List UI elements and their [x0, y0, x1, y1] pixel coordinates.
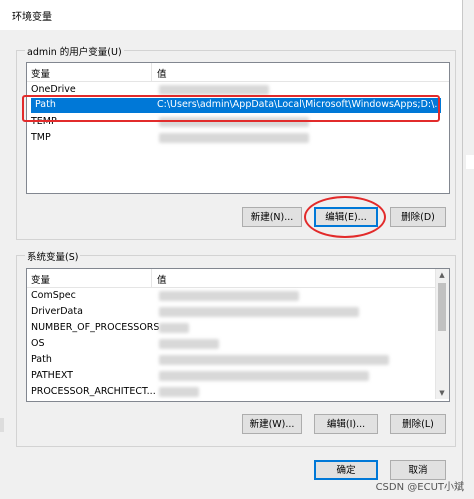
- system-var-row[interactable]: PATHEXT: [27, 369, 437, 384]
- system-var-row[interactable]: DriverData: [27, 305, 437, 320]
- var-name: OS: [31, 338, 45, 349]
- system-var-row[interactable]: ComSpec: [27, 289, 437, 304]
- user-new-button[interactable]: 新建(N)...: [242, 207, 302, 227]
- cancel-button[interactable]: 取消: [390, 460, 446, 480]
- background-window-edge: [466, 155, 474, 169]
- column-divider[interactable]: [151, 63, 152, 81]
- title-bar: 环境变量: [0, 0, 462, 30]
- vertical-scrollbar[interactable]: ▲ ▼: [435, 269, 449, 399]
- column-header-variable[interactable]: 变量: [31, 66, 50, 80]
- blurred-value: [159, 323, 189, 333]
- highlight-rectangle: [22, 95, 440, 122]
- var-name: TMP: [31, 132, 51, 143]
- highlight-oval: [304, 196, 386, 238]
- column-header-value[interactable]: 值: [157, 66, 167, 80]
- environment-variables-dialog: 环境变量 admin 的用户变量(U) 变量 值 OneDrive Path C…: [0, 0, 463, 492]
- window-title: 环境变量: [12, 12, 52, 23]
- blurred-value: [159, 291, 299, 301]
- var-name: PATHEXT: [31, 370, 73, 381]
- watermark: CSDN @ECUT小斌: [375, 482, 464, 493]
- scrollbar-thumb[interactable]: [438, 283, 446, 331]
- system-var-row[interactable]: Path: [27, 353, 437, 368]
- system-variables-label: 系统变量(S): [25, 249, 81, 263]
- user-variables-list[interactable]: 变量 值 OneDrive Path C:\Users\admin\AppDat…: [26, 62, 450, 194]
- system-variables-list[interactable]: 变量 值 ComSpec DriverData NUMBER_OF_PROCES…: [26, 268, 450, 402]
- var-name: Path: [31, 354, 52, 365]
- system-var-row[interactable]: NUMBER_OF_PROCESSORS: [27, 321, 437, 336]
- system-delete-button[interactable]: 删除(L): [390, 414, 446, 434]
- column-divider[interactable]: [151, 269, 152, 287]
- blurred-value: [159, 355, 389, 365]
- user-variables-label: admin 的用户变量(U): [25, 44, 124, 58]
- blurred-value: [159, 371, 369, 381]
- blurred-value: [159, 133, 309, 143]
- user-delete-button[interactable]: 删除(D): [390, 207, 446, 227]
- system-new-button[interactable]: 新建(W)...: [242, 414, 302, 434]
- ok-button[interactable]: 确定: [314, 460, 378, 480]
- scroll-down-arrow-icon[interactable]: ▼: [436, 389, 448, 397]
- var-name: OneDrive: [31, 84, 76, 95]
- blurred-value: [159, 339, 219, 349]
- var-name: DriverData: [31, 306, 83, 317]
- list-header: 变量 值: [27, 63, 449, 82]
- column-header-value[interactable]: 值: [157, 272, 167, 286]
- system-var-row[interactable]: PROCESSOR_ARCHITECT...: [27, 385, 437, 400]
- system-var-row[interactable]: OS: [27, 337, 437, 352]
- scroll-up-arrow-icon[interactable]: ▲: [436, 271, 448, 279]
- system-edit-button[interactable]: 编辑(I)...: [314, 414, 378, 434]
- blurred-value: [159, 85, 269, 95]
- var-name: PROCESSOR_ARCHITECT...: [31, 386, 156, 397]
- blurred-value: [159, 387, 199, 397]
- var-name: ComSpec: [31, 290, 76, 301]
- var-name: NUMBER_OF_PROCESSORS: [31, 322, 160, 333]
- column-header-variable[interactable]: 变量: [31, 272, 50, 286]
- background-window-edge: [0, 418, 4, 432]
- list-header: 变量 值: [27, 269, 449, 288]
- user-var-row-tmp[interactable]: TMP: [27, 131, 449, 146]
- blurred-value: [159, 307, 359, 317]
